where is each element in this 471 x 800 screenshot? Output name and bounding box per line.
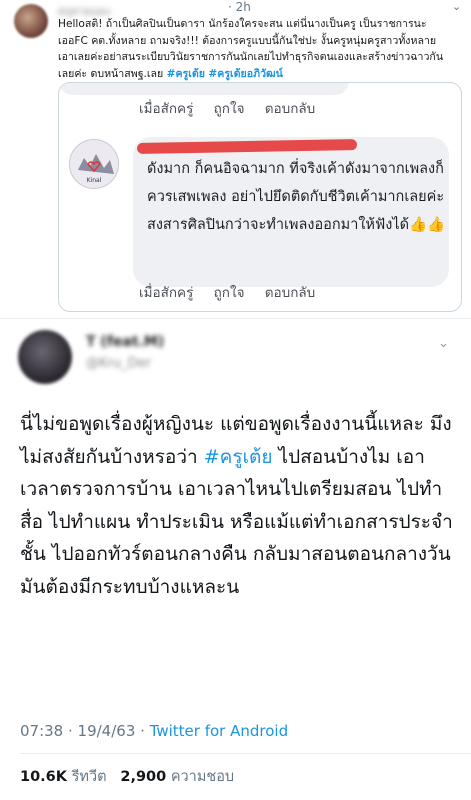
like-link[interactable]: ถูกใจ <box>214 285 245 301</box>
tweet-text: นี่ไม่ขอพูดเรื่องผู้หญิงนะ แต่ขอพูดเรื่อ… <box>20 408 460 603</box>
comment-time: เมื่อสักครู่ <box>139 101 194 117</box>
avatar-image: Kinal <box>70 140 118 188</box>
reply-link[interactable]: ตอบกลับ <box>265 285 315 301</box>
tweet-divider <box>0 318 471 319</box>
comment-time: เมื่อสักครู่ <box>139 285 194 301</box>
likes-label[interactable]: ความชอบ <box>171 769 234 785</box>
author-avatar[interactable] <box>18 330 72 384</box>
chevron-down-icon[interactable]: ⌄ <box>452 0 461 13</box>
comment-actions: เมื่อสักครู่ ถูกใจ ตอบกลับ <box>139 281 331 303</box>
quoted-tweet: ครูสายแดง · 2h ⌄ Helloสติ! ถ้าเป็นศิลปิน… <box>0 0 471 318</box>
tweet-stats: 10.6K รีทวีต 2,900 ความชอบ <box>20 765 234 788</box>
retweets-count[interactable]: 10.6K <box>20 769 67 785</box>
hashtag-link[interactable]: #ครูเต้ย <box>204 446 273 468</box>
retweets-label[interactable]: รีทวีต <box>72 769 107 785</box>
hashtag-link[interactable]: #ครูเต้ยอภิวัฒน์ <box>208 68 282 80</box>
chevron-down-icon[interactable]: ⌄ <box>438 336 449 351</box>
likes-count[interactable]: 2,900 <box>120 769 166 785</box>
stats-divider <box>20 753 471 754</box>
author-handle-blurred[interactable]: @Kru_Der <box>86 356 151 371</box>
like-link[interactable]: ถูกใจ <box>214 101 245 117</box>
tweet-source-link[interactable]: Twitter for Android <box>150 722 288 740</box>
tweet-meta: 07:38 · 19/4/63 · Twitter for Android <box>20 722 288 740</box>
author-name-blurred[interactable]: ครูสายแดง <box>58 2 208 18</box>
comment-text: ดังมาก ก็คนอิจฉามาก ที่จริงเค้าดังมาจากเ… <box>147 161 446 233</box>
commenter-avatar: Kinal <box>69 139 119 189</box>
tweet-text-part: ไปสอนบ้างไม เอาเวลาตรวจการบ้าน เอาเวลาไห… <box>20 445 453 598</box>
tweet-timestamp[interactable]: 07:38 · 19/4/63 · <box>20 722 150 740</box>
comment-bubble-previous <box>59 83 349 95</box>
avatar-caption: Kinal <box>87 177 102 184</box>
tweet-time[interactable]: · 2h <box>228 0 251 14</box>
hashtag-link[interactable]: #ครูเต้ย <box>167 68 205 80</box>
author-name-blurred[interactable]: T (feat.M) <box>86 334 164 350</box>
embedded-comment-screenshot: เมื่อสักครู่ ถูกใจ ตอบกลับ Kinal ดังมาก … <box>58 82 462 312</box>
tweet-text: Helloสติ! ถ้าเป็นศิลปินเป็นดารา นักร้องใ… <box>58 16 458 82</box>
reply-link[interactable]: ตอบกลับ <box>265 101 315 117</box>
comment-actions: เมื่อสักครู่ ถูกใจ ตอบกลับ <box>139 97 331 119</box>
author-avatar[interactable] <box>14 4 48 38</box>
